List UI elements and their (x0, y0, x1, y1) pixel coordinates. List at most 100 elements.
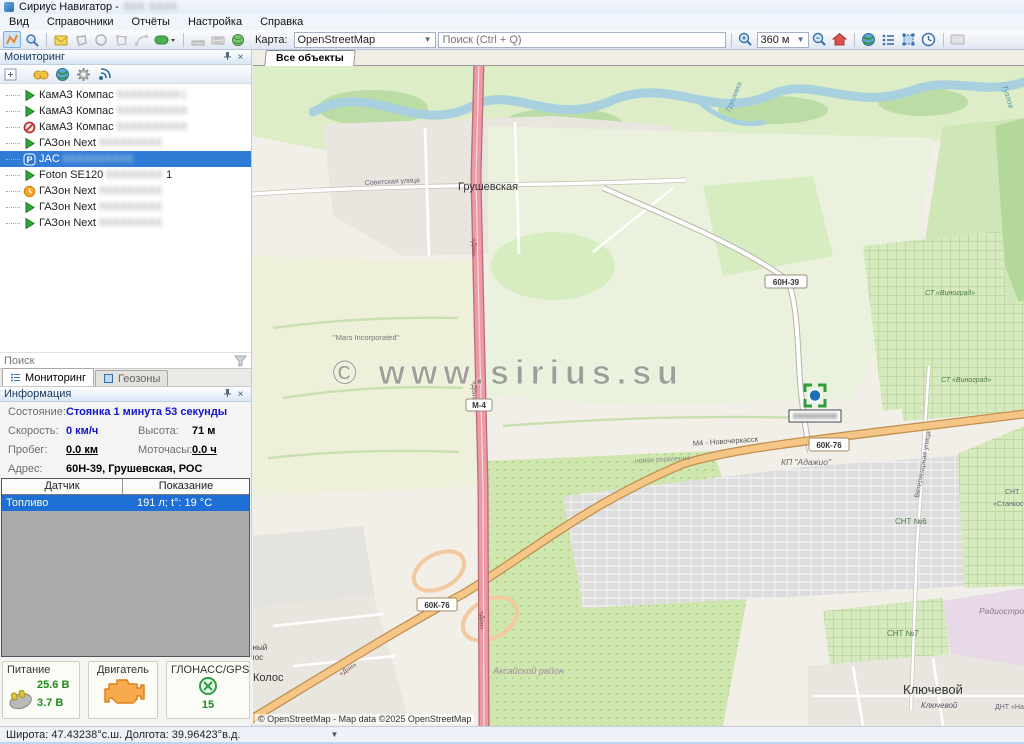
status-moving-icon (23, 89, 36, 102)
history-button[interactable] (920, 31, 938, 48)
chevron-down-icon: ▼ (420, 35, 432, 44)
svg-text:Ключевой: Ключевой (921, 701, 958, 710)
svg-text:Грушевская: Грушевская (458, 181, 518, 193)
geozone-add-button[interactable] (72, 31, 90, 48)
status-moving-icon (23, 217, 36, 230)
track-color-button[interactable] (152, 31, 178, 48)
mileage-value[interactable]: 0.0 км (66, 444, 98, 456)
chevron-down-icon[interactable]: ▼ (330, 730, 338, 739)
sensor-table: Датчик Показание Топливо 191 л; t°: 19 °… (1, 478, 250, 657)
power-voltage-backup: 3.7 В (37, 697, 75, 709)
search-map-button[interactable] (23, 31, 41, 48)
tree-search-input[interactable] (4, 355, 234, 367)
gps-title: ГЛОНАСС/GPS (171, 664, 245, 676)
vehicle-tree: КамАЗ Компас 8888888881 КамАЗ Компас 888… (0, 84, 251, 352)
coordinates-readout: Широта: 47.43238°с.ш. Долгота: 39.96423°… (6, 729, 240, 741)
telemetry-button[interactable] (97, 67, 112, 82)
svg-text:М-4: М-4 (472, 401, 486, 410)
keyboard-button[interactable] (209, 31, 227, 48)
title-bar: Сириус Навигатор - 888 8888 (0, 0, 1024, 14)
map-combo-label: Карта: (255, 34, 288, 46)
map-search-input[interactable] (438, 32, 726, 48)
tree-row-vehicle[interactable]: КамАЗ Компас 8888888888 (0, 103, 251, 119)
svg-text:Колос: Колос (253, 653, 263, 662)
map-svg: © www.sirius.su М-4 60Н-39 60К-76 60К-76… (253, 66, 1024, 726)
tab-monitoring[interactable]: Мониторинг (2, 368, 94, 386)
object-list-button[interactable] (880, 31, 898, 48)
pin-icon[interactable] (221, 388, 234, 401)
expand-all-button[interactable] (4, 68, 17, 81)
svg-text:«Дон»: «Дон» (470, 381, 477, 400)
tree-row-vehicle-selected[interactable]: P JAC 8888888888 (0, 151, 251, 167)
svg-text:«Станкост: «Станкост (993, 501, 1024, 508)
globe-icon (861, 32, 876, 47)
geozone-polygon-button[interactable] (112, 31, 130, 48)
magnifier-icon (25, 33, 39, 47)
sensor-row-fuel[interactable]: Топливо 191 л; t°: 19 °C (2, 495, 249, 511)
tree-row-vehicle[interactable]: ГАЗон Next 888888888 (0, 183, 251, 199)
zoom-in-button[interactable] (737, 31, 755, 48)
geozone-circle-button[interactable] (92, 31, 110, 48)
engine-title: Двигатель (93, 664, 153, 676)
svg-text:P: P (26, 155, 32, 165)
tree-row-vehicle[interactable]: ГАЗон Next 888888888 (0, 215, 251, 231)
mileage-label: Пробег: (8, 444, 48, 456)
info-panel-header: Информация × (0, 387, 251, 402)
tab-all-objects[interactable]: Все объекты (264, 50, 355, 66)
tree-row-vehicle[interactable]: КамАЗ Компас 8888888881 (0, 87, 251, 103)
tree-toolbar (0, 65, 251, 84)
monitoring-panel-header: Мониторинг × (0, 50, 251, 65)
monitoring-panel-title: Мониторинг (4, 51, 221, 63)
hours-value[interactable]: 0.0 ч (192, 444, 217, 456)
pin-icon[interactable] (221, 51, 234, 64)
info-panel-title: Информация (4, 388, 221, 400)
power-voltage-main: 25.6 В (37, 679, 75, 691)
track-tool-button[interactable] (3, 31, 21, 48)
tree-row-vehicle[interactable]: Foton SE120 88888888 1 (0, 167, 251, 183)
left-panel: Мониторинг × КамАЗ Компас 8888888881 (0, 50, 252, 726)
sensor-col-header: Датчик (2, 479, 123, 494)
map-scale-combo[interactable]: 360 м ▼ (757, 32, 809, 48)
minimap-icon (950, 32, 965, 47)
menu-nastroyka[interactable]: Настройка (179, 14, 251, 30)
globe-small-button[interactable] (55, 67, 70, 82)
svg-text:КП "Адажио": КП "Адажио" (781, 457, 832, 467)
tree-row-vehicle[interactable]: КамАЗ Компас 8888888888 (0, 119, 251, 135)
marker-plate-label: 8888888888 (793, 412, 838, 421)
svg-text:«Дон»: «Дон» (478, 611, 485, 630)
window-title-redacted: 888 8888 (124, 0, 178, 14)
minimap-button[interactable] (949, 31, 967, 48)
tree-row-vehicle[interactable]: ГАЗон Next 888888888 (0, 199, 251, 215)
menu-spravochniki[interactable]: Справочники (38, 14, 123, 30)
zoom-in-icon (738, 32, 753, 47)
close-icon[interactable]: × (234, 52, 247, 63)
binoculars-button[interactable] (33, 67, 49, 81)
zoom-out-button[interactable] (811, 31, 829, 48)
status-bar: Широта: 47.43238°с.ш. Долгота: 39.96423°… (0, 726, 1024, 742)
messages-button[interactable] (52, 31, 70, 48)
gear-button[interactable] (76, 67, 91, 82)
map-canvas[interactable]: © www.sirius.su М-4 60Н-39 60К-76 60К-76… (253, 66, 1024, 726)
close-icon[interactable]: × (234, 389, 247, 400)
battery-icon (7, 679, 35, 713)
home-button[interactable] (831, 31, 849, 48)
menu-spravka[interactable]: Справка (251, 14, 312, 30)
status-offline-icon (23, 121, 36, 134)
menu-vid[interactable]: Вид (0, 14, 38, 30)
menu-otchety[interactable]: Отчёты (123, 14, 179, 30)
clock-icon (921, 32, 936, 47)
tab-geozones[interactable]: Геозоны (95, 370, 168, 386)
svg-text:«Дон»: «Дон» (470, 238, 477, 257)
tree-row-vehicle[interactable]: ГАЗон Next 888888888 (0, 135, 251, 151)
map-provider-combo[interactable]: OpenStreetMap ▼ (294, 32, 436, 48)
globe-button[interactable] (860, 31, 878, 48)
svg-text:Ключевой: Ключевой (903, 682, 963, 697)
layers-button[interactable] (229, 31, 247, 48)
status-parked-icon: P (23, 153, 36, 166)
svg-text:СТ «Виноград»: СТ «Виноград» (941, 376, 991, 384)
geozone-edit-button[interactable] (132, 31, 150, 48)
ruler-button[interactable] (189, 31, 207, 48)
zone-view-button[interactable] (900, 31, 918, 48)
filter-icon[interactable] (234, 355, 247, 367)
window-title: Сириус Навигатор - (19, 0, 119, 14)
